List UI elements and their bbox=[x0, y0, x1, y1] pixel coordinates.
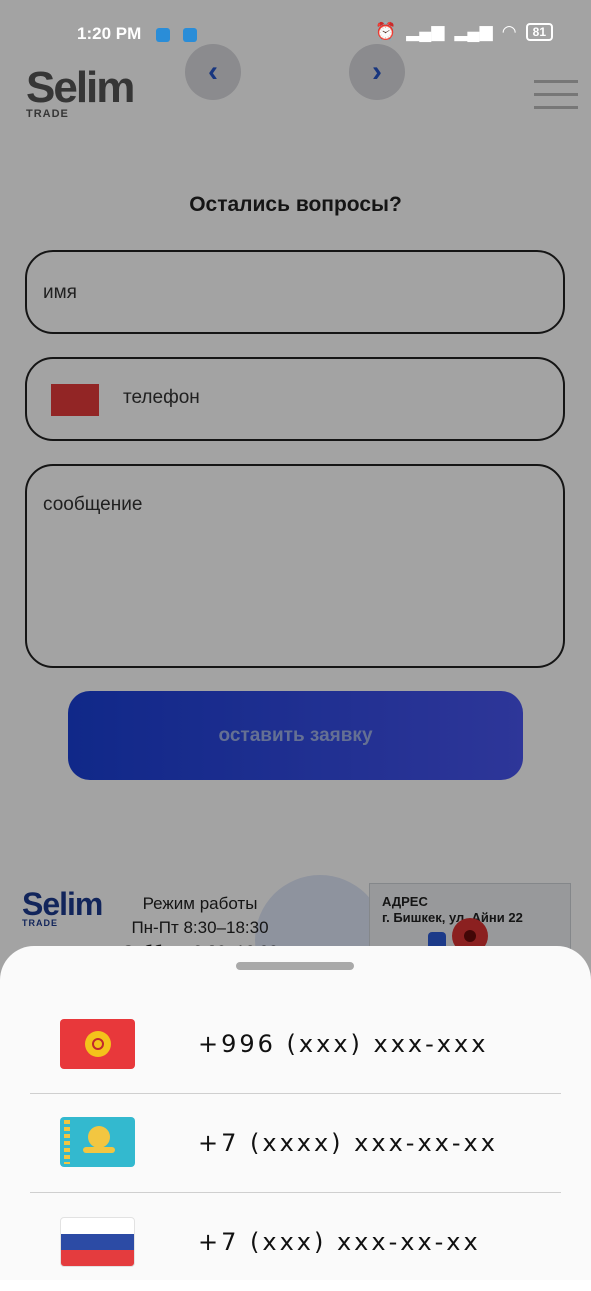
notification-icon bbox=[183, 28, 197, 42]
russia-flag-icon bbox=[60, 1217, 135, 1267]
signal-icon: ▂▄▆ bbox=[406, 22, 445, 41]
country-code: +996 (xxx) xxx-xxx bbox=[198, 1030, 489, 1058]
country-code: +7 (xxx) xxx-xx-xx bbox=[198, 1228, 481, 1256]
country-option-kazakhstan[interactable]: +7 (xxxx) xxx-xx-xx bbox=[30, 1094, 561, 1192]
country-code-sheet: +996 (xxx) xxx-xxx +7 (xxxx) xxx-xx-xx +… bbox=[0, 946, 591, 1280]
kazakhstan-flag-icon bbox=[60, 1117, 135, 1167]
country-option-russia[interactable]: +7 (xxx) xxx-xx-xx bbox=[30, 1193, 561, 1291]
status-bar: 1:20 PM ⏰ ▂▄▆ ▂▄▆ ◠ 81 bbox=[0, 0, 591, 54]
sheet-drag-handle[interactable] bbox=[236, 962, 354, 970]
alarm-icon: ⏰ bbox=[374, 22, 397, 41]
status-time: 1:20 PM bbox=[77, 24, 142, 43]
signal-icon: ▂▄▆ bbox=[454, 22, 493, 41]
battery-icon: 81 bbox=[525, 23, 553, 41]
notification-icon bbox=[156, 28, 170, 42]
country-option-kyrgyzstan[interactable]: +996 (xxx) xxx-xxx bbox=[30, 996, 561, 1094]
kyrgyzstan-flag-icon bbox=[60, 1019, 135, 1069]
status-icons: ⏰ ▂▄▆ ▂▄▆ ◠ 81 bbox=[375, 22, 553, 42]
wifi-icon: ◠ bbox=[502, 22, 516, 41]
country-code: +7 (xxxx) xxx-xx-xx bbox=[198, 1129, 498, 1157]
